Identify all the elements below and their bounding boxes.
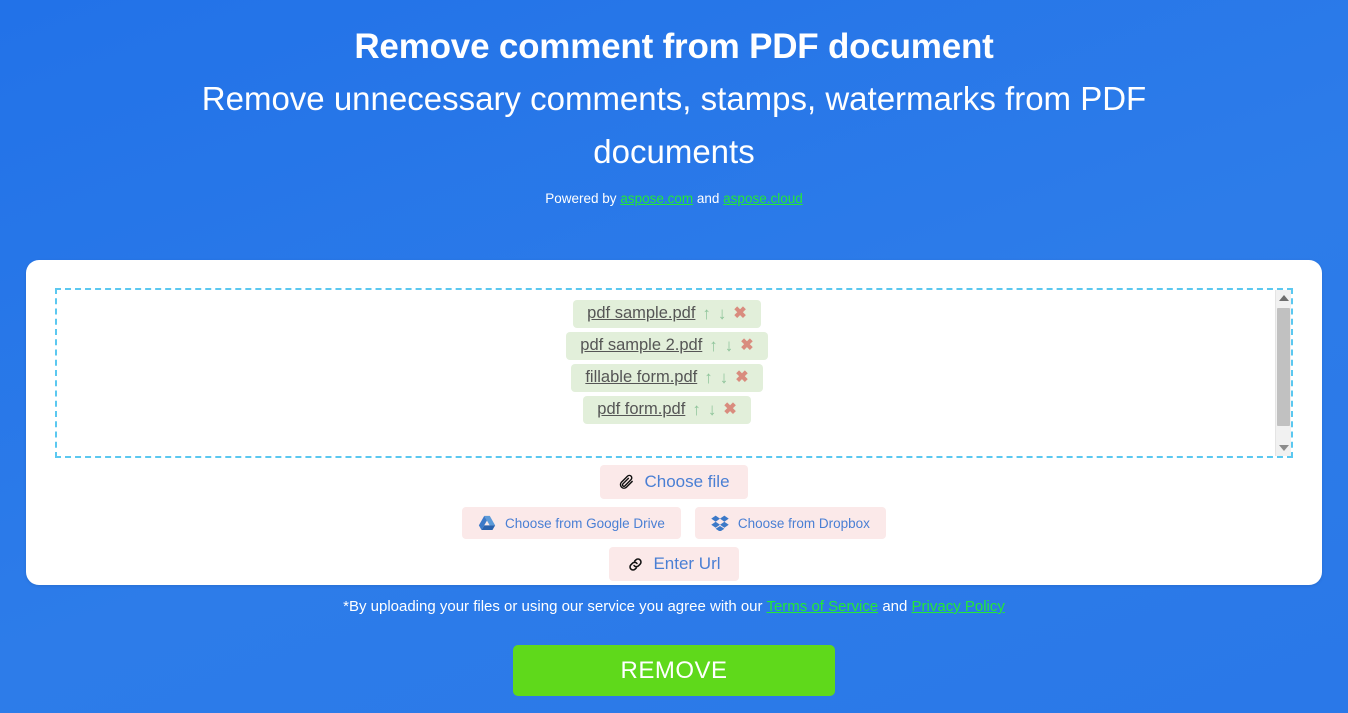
google-drive-icon	[478, 515, 496, 531]
move-file-up-icon[interactable]: ↑	[709, 337, 718, 354]
file-list-scrollbar[interactable]	[1275, 290, 1291, 456]
file-name-link[interactable]: pdf sample 2.pdf	[580, 337, 702, 354]
move-file-up-icon[interactable]: ↑	[702, 305, 711, 322]
scrollbar-thumb[interactable]	[1277, 308, 1290, 426]
dropbox-icon	[711, 515, 729, 531]
paperclip-icon	[618, 474, 635, 491]
enter-url-row: Enter Url	[609, 547, 739, 581]
terms-notice: *By uploading your files or using our se…	[0, 598, 1348, 615]
move-file-down-icon[interactable]: ↓	[720, 369, 729, 386]
aspose-com-link[interactable]: aspose.com	[620, 191, 693, 206]
file-name-link[interactable]: fillable form.pdf	[585, 369, 697, 386]
cloud-source-row: Choose from Google Drive Choose from Dro…	[462, 507, 886, 539]
file-chip: pdf sample 2.pdf ↑ ↓ ✖	[566, 332, 768, 360]
remove-file-icon[interactable]: ✖	[740, 337, 753, 354]
file-dropzone[interactable]: pdf sample.pdf ↑ ↓ ✖ pdf sample 2.pdf ↑ ↓ ✖ fill…	[55, 288, 1293, 458]
move-file-up-icon[interactable]: ↑	[704, 369, 713, 386]
remove-file-icon[interactable]: ✖	[723, 401, 736, 418]
link-icon	[627, 556, 644, 573]
file-chip: fillable form.pdf ↑ ↓ ✖	[571, 364, 763, 392]
file-name-link[interactable]: pdf form.pdf	[597, 401, 685, 418]
file-name-link[interactable]: pdf sample.pdf	[587, 305, 695, 322]
remove-button[interactable]: REMOVE	[513, 645, 835, 696]
page-title: Remove comment from PDF document	[354, 27, 994, 66]
aspose-cloud-link[interactable]: aspose.cloud	[723, 191, 803, 206]
file-chip: pdf form.pdf ↑ ↓ ✖	[583, 396, 751, 424]
enter-url-button[interactable]: Enter Url	[609, 547, 739, 581]
terms-of-service-link[interactable]: Terms of Service	[766, 598, 878, 615]
scroll-up-arrow-icon[interactable]	[1276, 290, 1291, 306]
scroll-down-arrow-icon[interactable]	[1276, 440, 1291, 456]
move-file-down-icon[interactable]: ↓	[718, 305, 727, 322]
privacy-policy-link[interactable]: Privacy Policy	[912, 598, 1005, 615]
powered-by-conjunction: and	[696, 190, 720, 206]
upload-source-buttons: Choose file Choose from Google Drive Cho…	[26, 465, 1322, 581]
dropbox-label: Choose from Dropbox	[737, 515, 870, 531]
upload-card: pdf sample.pdf ↑ ↓ ✖ pdf sample 2.pdf ↑ ↓ ✖ fill…	[26, 260, 1322, 585]
powered-by-line: Powered by aspose.com and aspose.cloud	[0, 191, 1348, 206]
page-header: Remove comment from PDF document Remove …	[0, 0, 1348, 206]
move-file-down-icon[interactable]: ↓	[725, 337, 734, 354]
move-file-up-icon[interactable]: ↑	[692, 401, 701, 418]
choose-google-drive-button[interactable]: Choose from Google Drive	[462, 507, 681, 539]
remove-button-wrap: REMOVE	[0, 645, 1348, 696]
choose-dropbox-button[interactable]: Choose from Dropbox	[694, 507, 886, 539]
remove-file-icon[interactable]: ✖	[735, 369, 748, 386]
choose-file-label: Choose file	[644, 472, 730, 491]
file-list: pdf sample.pdf ↑ ↓ ✖ pdf sample 2.pdf ↑ ↓ ✖ fill…	[57, 290, 1277, 456]
terms-prefix: *By uploading your files or using our se…	[343, 598, 763, 615]
terms-conjunction: and	[882, 598, 908, 615]
google-drive-label: Choose from Google Drive	[505, 515, 665, 531]
powered-by-label: Powered by	[545, 190, 617, 206]
choose-file-row: Choose file	[600, 465, 748, 499]
remove-file-icon[interactable]: ✖	[733, 305, 746, 322]
page-subtitle: Remove unnecessary comments, stamps, wat…	[201, 80, 1147, 171]
move-file-down-icon[interactable]: ↓	[708, 401, 717, 418]
page-root: Remove comment from PDF document Remove …	[0, 0, 1348, 713]
file-chip: pdf sample.pdf ↑ ↓ ✖	[573, 300, 761, 328]
choose-file-button[interactable]: Choose file	[600, 465, 748, 499]
enter-url-label: Enter Url	[653, 554, 721, 573]
